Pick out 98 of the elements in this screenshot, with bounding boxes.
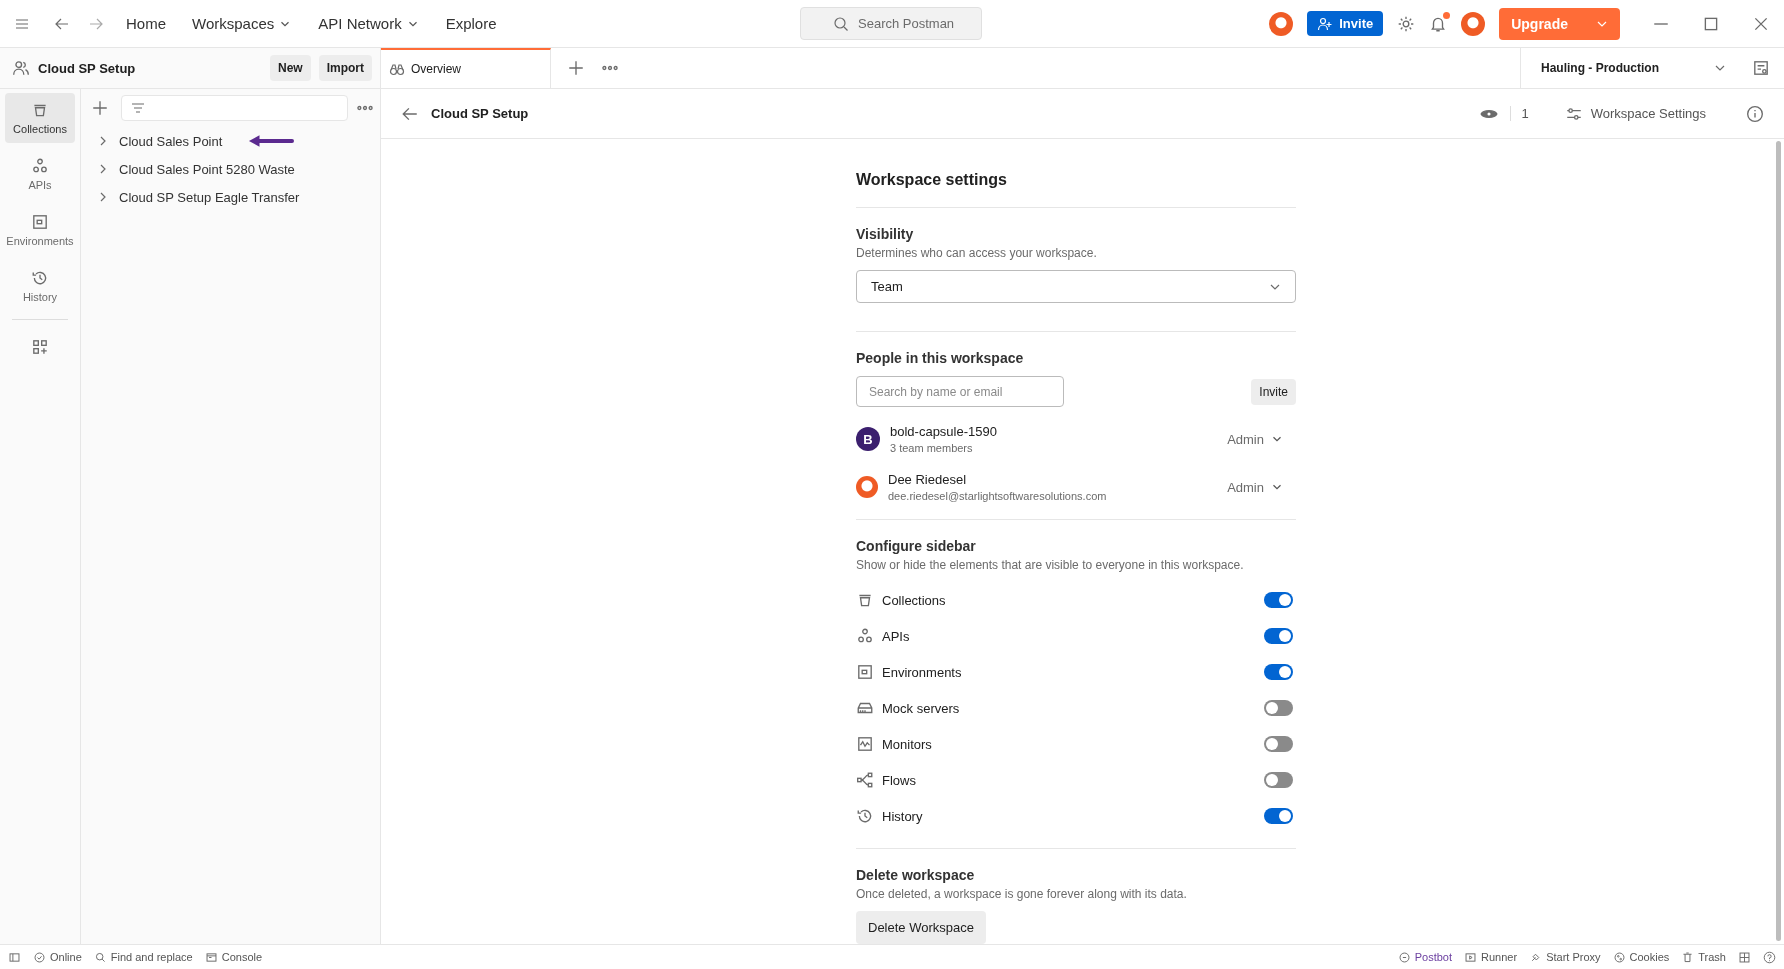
new-button[interactable]: New	[269, 55, 311, 81]
workspace-settings-button[interactable]: Workspace Settings	[1564, 104, 1706, 123]
section-heading: Delete workspace	[856, 867, 976, 883]
member-name: Dee Riedesel	[888, 472, 968, 487]
import-button[interactable]: Import	[318, 55, 372, 81]
top-nav-link[interactable]: Workspaces	[188, 15, 297, 32]
sidebar-element-icon	[856, 807, 874, 825]
toggle-switch[interactable]	[1264, 808, 1293, 824]
top-nav-link[interactable]: Explore	[441, 15, 501, 32]
sidebar-nav-icon	[31, 213, 49, 231]
people-search-field[interactable]: Search by name or email	[856, 376, 1064, 407]
delete-workspace-button[interactable]: Delete Workspace	[856, 911, 986, 944]
status-bar-item[interactable]: Find and replace	[93, 950, 193, 964]
sidebar-element-label: Mock servers	[882, 700, 960, 716]
toggle-switch[interactable]	[1264, 700, 1293, 716]
filter-field[interactable]	[121, 95, 348, 121]
add-widget-icon[interactable]	[31, 338, 49, 356]
team-avatar: B	[856, 427, 880, 451]
notifications-icon[interactable]	[1429, 14, 1448, 33]
sidebar-nav-item[interactable]: History	[5, 261, 75, 311]
filter-icon	[130, 100, 146, 116]
help-icon[interactable]	[1763, 950, 1776, 964]
toggle-switch[interactable]	[1264, 772, 1293, 788]
add-icon[interactable]	[91, 99, 109, 117]
search-field[interactable]: Search Postman	[800, 7, 982, 40]
toggle-switch[interactable]	[1264, 664, 1293, 680]
status-bar-item[interactable]: Postbot	[1397, 950, 1453, 964]
section-description: Determines who can access your workspace.	[856, 246, 1098, 260]
collection-item[interactable]: Cloud SP Setup Eagle Transfer	[119, 189, 300, 205]
sidebar-element-icon	[856, 771, 874, 789]
section-heading: People in this workspace	[856, 350, 1025, 366]
collection-item[interactable]: Cloud Sales Point	[119, 133, 223, 149]
environment-selector[interactable]: Hauling - Production	[1520, 48, 1744, 88]
top-nav-link[interactable]: API Network	[314, 15, 424, 32]
scrollbar[interactable]	[1776, 141, 1781, 941]
sidebar-element-icon	[856, 663, 874, 681]
sidebar-nav-icon	[31, 269, 49, 287]
status-icon	[33, 950, 46, 964]
member-detail: dee.riedesel@starlightsoftwaresolutions.com	[888, 490, 1107, 502]
avatar-icon[interactable]	[1269, 11, 1294, 36]
sidebar-nav-item[interactable]: Collections	[5, 93, 75, 143]
invite-button[interactable]: Invite	[1251, 378, 1296, 405]
visibility-dropdown[interactable]: Team	[856, 270, 1296, 303]
member-detail: 3 team members	[890, 442, 974, 454]
sidebar-element-label: APIs	[882, 628, 910, 644]
status-icon	[1612, 950, 1626, 964]
status-bar-item[interactable]: Start Proxy	[1529, 950, 1601, 964]
sidebar-nav-icon	[31, 157, 49, 175]
member-name: bold-capsule-1590	[890, 424, 997, 439]
sidebar-element-icon	[856, 735, 874, 753]
sidebar-nav-item[interactable]: Environments	[5, 205, 75, 255]
sidebar-element-icon	[856, 627, 874, 645]
section-description: Once deleted, a workspace is gone forever along with its data.	[856, 887, 1188, 901]
layout-icon[interactable]	[1738, 950, 1751, 964]
sidebar-element-label: Monitors	[882, 736, 932, 752]
add-person-icon	[1317, 15, 1334, 32]
sidebar-nav-item[interactable]: APIs	[5, 149, 75, 199]
workspace-title: Cloud SP Setup	[431, 106, 529, 121]
section-heading: Visibility	[856, 226, 915, 242]
overview-tab[interactable]: Overview	[381, 48, 551, 88]
settings-title: Workspace settings	[856, 171, 1008, 189]
role-dropdown[interactable]: Admin	[1227, 479, 1284, 495]
watcher-count: 1	[1510, 106, 1529, 121]
environment-quick-look-icon[interactable]	[1752, 59, 1770, 77]
workspace-name: Cloud SP Setup	[38, 60, 137, 76]
sidebar-element-label: History	[882, 808, 923, 824]
status-bar-item[interactable]: Online	[33, 950, 82, 964]
sidebar-element-label: Environments	[882, 664, 962, 680]
status-bar-item[interactable]: Trash	[1681, 950, 1726, 964]
status-bar-item[interactable]: Cookies	[1612, 950, 1670, 964]
role-dropdown[interactable]: Admin	[1227, 431, 1284, 447]
top-nav-link[interactable]: Home	[122, 15, 170, 32]
sidebar-element-label: Collections	[882, 592, 946, 608]
toggle-switch[interactable]	[1264, 736, 1293, 752]
section-heading: Configure sidebar	[856, 538, 977, 554]
avatar-icon[interactable]	[1461, 11, 1486, 36]
status-icon	[1464, 950, 1478, 964]
status-bar-item[interactable]: Console	[204, 950, 263, 964]
people-icon	[12, 59, 30, 77]
settings-icon[interactable]	[1397, 14, 1416, 33]
status-icon	[93, 950, 107, 964]
search-icon	[833, 15, 849, 32]
avatar-icon	[856, 476, 878, 498]
status-icon	[1681, 950, 1695, 964]
toggle-switch[interactable]	[1264, 628, 1293, 644]
info-icon[interactable]	[1746, 104, 1764, 123]
add-tab-icon[interactable]	[567, 59, 585, 77]
status-icon	[204, 950, 218, 964]
arrow-pointer-icon	[248, 134, 295, 148]
toggle-switch[interactable]	[1264, 592, 1293, 608]
collection-item[interactable]: Cloud Sales Point 5280 Waste	[119, 161, 295, 177]
status-icon	[1397, 950, 1411, 964]
section-description: Show or hide the elements that are visible to everyone in this workspace.	[856, 558, 1245, 572]
status-bar-item[interactable]: Runner	[1464, 950, 1518, 964]
sidebar-toggle-icon[interactable]	[8, 950, 21, 964]
invite-button[interactable]: Invite	[1307, 11, 1384, 36]
binoculars-icon	[389, 61, 405, 77]
sidebar-element-label: Flows	[882, 772, 916, 788]
